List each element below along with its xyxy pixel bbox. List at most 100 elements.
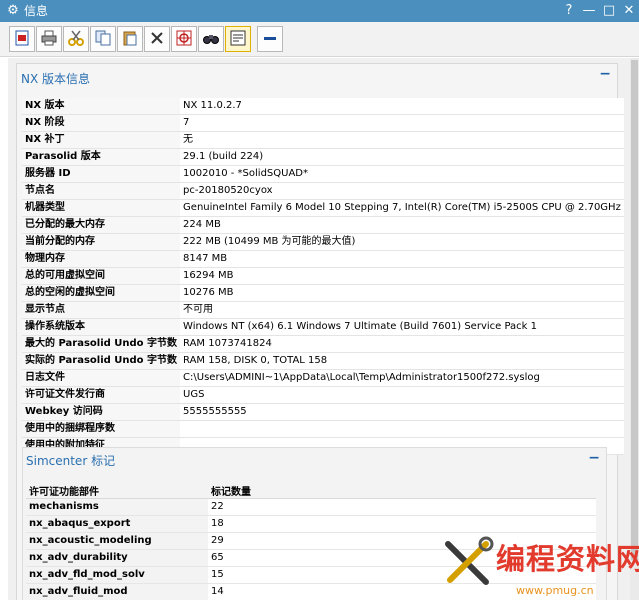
target-icon <box>176 30 192 46</box>
row-label: 操作系统版本 <box>22 318 181 336</box>
row-label: 物理内存 <box>22 250 181 268</box>
delete-icon <box>151 32 163 44</box>
row-value: RAM 1073741824 <box>180 335 624 353</box>
maximize-button[interactable]: □ <box>600 2 618 20</box>
cut-icon <box>68 30 84 46</box>
table-row: 许可证文件发行商 UGS <box>22 386 624 404</box>
table-row: 实际的 Parasolid Undo 字节数 RAM 158, DISK 0, T… <box>22 352 624 370</box>
row-value: 29.1 (build 224) <box>180 148 624 166</box>
minimize-button[interactable]: — <box>580 2 598 20</box>
cut-button[interactable] <box>63 26 89 52</box>
section-title: Simcenter 标记 <box>26 454 116 468</box>
table-row: 节点名 pc-20180520cyox <box>22 182 624 200</box>
find-button[interactable] <box>198 26 224 52</box>
help-button[interactable]: ? <box>560 2 578 20</box>
copy-button[interactable] <box>90 26 116 52</box>
row-label: 当前分配的内存 <box>22 233 181 251</box>
table-row: 日志文件 C:\Users\ADMINI~1\AppData\Local\Temp… <box>22 369 624 387</box>
collapse-all-button[interactable] <box>257 26 283 52</box>
row-value: 16294 MB <box>180 267 624 285</box>
row-label: Webkey 访问码 <box>22 403 181 421</box>
row-label: nx_adv_durability <box>26 549 208 567</box>
tools-icon <box>445 536 494 585</box>
binoculars-icon <box>203 35 219 44</box>
table-row: NX 阶段 7 <box>22 114 624 132</box>
table-row: 服务器 ID 1002010 - *SolidSQUAD* <box>22 165 624 183</box>
nx-info-table: NX 版本 NX 11.0.2.7 NX 阶段 7 NX 补丁无 Parasolid 版本… <box>22 98 624 455</box>
row-label: NX 补丁 <box>22 131 181 149</box>
row-label: 机器类型 <box>22 199 181 217</box>
table-row: 总的可用虚拟空间 16294 MB <box>22 267 624 285</box>
row-label: 已分配的最大内存 <box>22 216 181 234</box>
nx-version-header[interactable]: NX 版本信息 − <box>17 64 617 92</box>
row-value: 222 MB (10499 MB 为可能的最大值) <box>180 233 624 251</box>
table-row: 操作系统版本 Windows NT (x64) 6.1 Windows 7 Ult… <box>22 318 624 336</box>
row-value: 8147 MB <box>180 250 624 268</box>
watermark-url: www.pmug.cn <box>516 584 594 597</box>
table-row: 使用中的捆绑程序数 <box>22 420 624 438</box>
close-button[interactable]: ✕ <box>620 2 638 20</box>
row-value: RAM 158, DISK 0, TOTAL 158 <box>180 352 624 370</box>
row-label: nx_acoustic_modeling <box>26 532 208 550</box>
table-row: 已分配的最大内存 224 MB <box>22 216 624 234</box>
row-label: 总的可用虚拟空间 <box>22 267 181 285</box>
row-label: NX 版本 <box>22 98 181 115</box>
row-value: 22 <box>208 498 596 516</box>
scrollbar-thumb[interactable] <box>631 60 638 560</box>
watermark-text: 编程资料网 <box>496 542 639 576</box>
table-row: 当前分配的内存 222 MB (10499 MB 为可能的最大值) <box>22 233 624 251</box>
table-row: 总的空闲的虚拟空间 10276 MB <box>22 284 624 302</box>
delete-button[interactable] <box>144 26 170 52</box>
table-row: mechanisms 22 <box>26 498 596 516</box>
gear-icon: ⚙ <box>7 3 19 18</box>
column-header-feature: 许可证功能部件 <box>26 482 208 499</box>
vertical-scrollbar[interactable] <box>630 58 639 600</box>
row-label: 总的空闲的虚拟空间 <box>22 284 181 302</box>
table-row: 显示节点 不可用 <box>22 301 624 319</box>
table-row: 机器类型 GenuineIntel Family 6 Model 10 Stepp… <box>22 199 624 217</box>
row-value: Windows NT (x64) 6.1 Windows 7 Ultimate … <box>180 318 624 336</box>
table-row: 最大的 Parasolid Undo 字节数 RAM 1073741824 <box>22 335 624 353</box>
print-button[interactable] <box>36 26 62 52</box>
row-value: 1002010 - *SolidSQUAD* <box>180 165 624 183</box>
collapse-icon[interactable]: − <box>588 450 600 466</box>
info-content: NX 版本信息 − NX 版本 NX 11.0.2.7 NX 阶段 7 NX 补丁无 Pa… <box>8 58 630 600</box>
row-label: 使用中的捆绑程序数 <box>22 420 181 438</box>
row-label: NX 阶段 <box>22 114 181 132</box>
row-value: 7 <box>180 114 624 132</box>
row-value: pc-20180520cyox <box>180 182 624 200</box>
table-row: NX 版本 NX 11.0.2.7 <box>22 98 624 115</box>
row-label: nx_adv_fluid_mod <box>26 583 208 600</box>
row-label: 节点名 <box>22 182 181 200</box>
table-row: Webkey 访问码 5555555555 <box>22 403 624 421</box>
row-value: NX 11.0.2.7 <box>180 98 624 115</box>
table-row: NX 补丁无 <box>22 131 624 149</box>
row-value: 224 MB <box>180 216 624 234</box>
row-value: 5555555555 <box>180 403 624 421</box>
target-button[interactable] <box>171 26 197 52</box>
wrap-text-icon <box>230 30 246 46</box>
row-label: 许可证文件发行商 <box>22 386 181 404</box>
row-label: nx_adv_fld_mod_solv <box>26 566 208 584</box>
section-title: NX 版本信息 <box>21 72 91 86</box>
table-header-row: 许可证功能部件 标记数量 <box>26 482 596 499</box>
table-row: Parasolid 版本 29.1 (build 224) <box>22 148 624 166</box>
toolbar <box>0 22 639 57</box>
collapse-icon[interactable]: − <box>599 66 611 82</box>
properties-icon <box>15 30 29 46</box>
row-label: nx_abaqus_export <box>26 515 208 533</box>
row-label: 显示节点 <box>22 301 181 319</box>
watermark: 编程资料网 www.pmug.cn <box>438 530 639 600</box>
row-label: Parasolid 版本 <box>22 148 181 166</box>
wrap-text-button[interactable] <box>225 26 251 52</box>
column-header-count: 标记数量 <box>208 482 596 499</box>
row-label: 最大的 Parasolid Undo 字节数 <box>22 335 181 353</box>
nx-version-section: NX 版本信息 − NX 版本 NX 11.0.2.7 NX 阶段 7 NX 补丁无 Pa… <box>16 63 624 600</box>
properties-button[interactable] <box>9 26 35 52</box>
row-value: C:\Users\ADMINI~1\AppData\Local\Temp\Adm… <box>180 369 624 387</box>
row-value: UGS <box>180 386 624 404</box>
print-icon <box>41 30 57 46</box>
paste-button[interactable] <box>117 26 143 52</box>
row-label: 实际的 Parasolid Undo 字节数 <box>22 352 181 370</box>
row-value <box>180 420 624 438</box>
